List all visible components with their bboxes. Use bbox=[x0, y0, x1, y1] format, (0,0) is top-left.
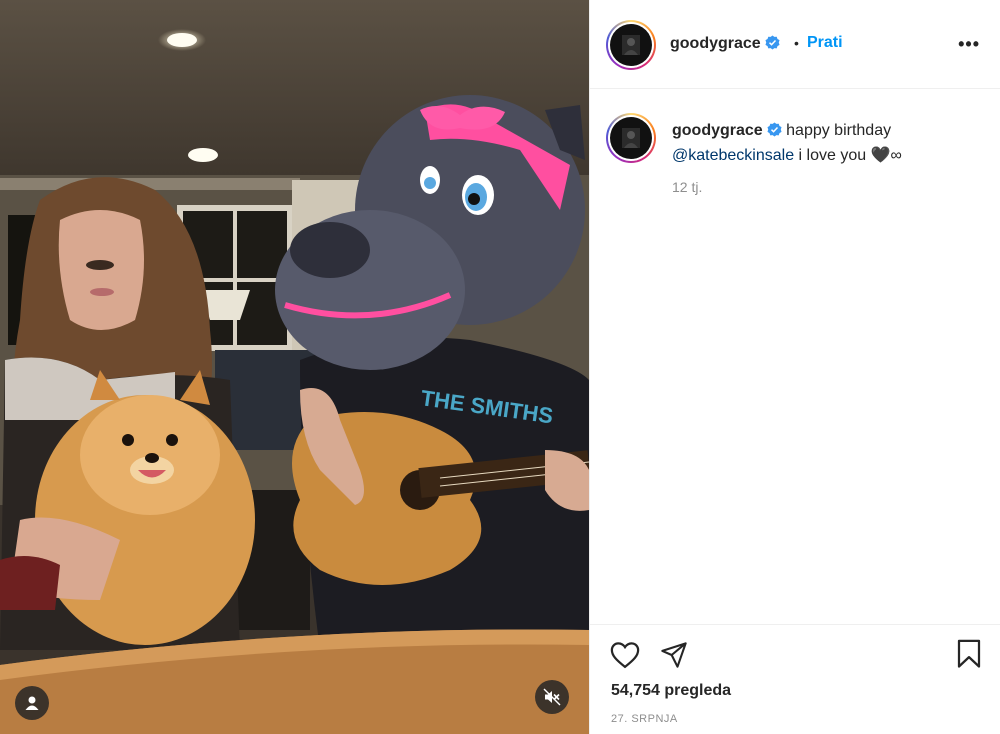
video-frame: THE SMITHS bbox=[0, 0, 589, 734]
muted-speaker-icon bbox=[543, 688, 561, 706]
comment-timestamp[interactable]: 12 tj. bbox=[672, 179, 702, 195]
avatar-image bbox=[610, 24, 652, 66]
caption-username[interactable]: goodygrace bbox=[672, 122, 763, 139]
caption-body-rest: i love you 🖤∞ bbox=[798, 147, 902, 164]
post-sidebar: goodygrace • Prati ••• goodygrace happy … bbox=[589, 0, 1000, 734]
follow-button[interactable]: Prati bbox=[807, 34, 843, 52]
post-date[interactable]: 27. SRPNJA bbox=[611, 713, 678, 725]
user-tag-icon bbox=[25, 696, 39, 710]
bookmark-icon[interactable] bbox=[956, 639, 982, 669]
caption-avatar[interactable] bbox=[606, 113, 656, 163]
caption-body: happy birthday bbox=[786, 122, 892, 139]
verified-badge-icon bbox=[767, 121, 782, 144]
caption-mention-link[interactable]: @katebeckinsale bbox=[672, 147, 794, 164]
view-count[interactable]: 54,754 pregleda bbox=[611, 682, 731, 700]
verified-badge-icon bbox=[765, 35, 780, 55]
mute-toggle-button[interactable] bbox=[535, 680, 569, 714]
header-separator: • bbox=[794, 35, 799, 51]
post-header: goodygrace • Prati ••• bbox=[590, 0, 1000, 89]
heart-icon[interactable] bbox=[610, 641, 640, 669]
action-bar: 54,754 pregleda 27. SRPNJA bbox=[590, 624, 1000, 734]
avatar-image bbox=[610, 117, 652, 159]
instagram-post: THE SMITHS goodygrace • Prati ••• goodyg… bbox=[0, 0, 1000, 734]
caption-text: goodygrace happy birthday @katebeckinsal… bbox=[672, 119, 972, 167]
post-video[interactable]: THE SMITHS bbox=[0, 0, 589, 734]
header-username[interactable]: goodygrace bbox=[670, 35, 761, 52]
more-options-icon[interactable]: ••• bbox=[958, 34, 980, 55]
header-avatar[interactable] bbox=[606, 20, 656, 70]
tagged-users-button[interactable] bbox=[15, 686, 49, 720]
paper-plane-icon[interactable] bbox=[660, 641, 688, 669]
